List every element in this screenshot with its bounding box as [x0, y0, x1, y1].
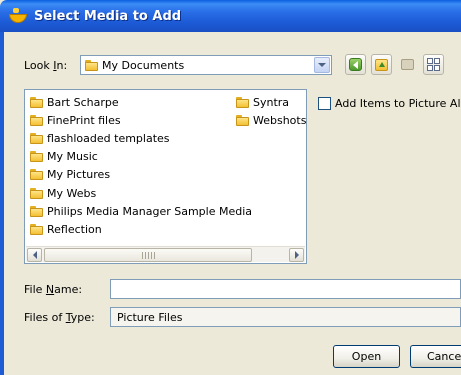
- look-in-value: My Documents: [102, 58, 185, 72]
- look-in-label: Look In:: [24, 59, 68, 72]
- window-frame-left: [0, 32, 4, 375]
- list-item[interactable]: Syntra: [236, 93, 306, 111]
- up-folder-icon: [375, 58, 388, 71]
- folder-icon: [30, 114, 43, 126]
- folder-icon: [30, 151, 43, 163]
- grip-icon: [142, 252, 156, 259]
- files-of-type-value: Picture Files: [117, 310, 183, 324]
- chevron-down-icon: [318, 63, 326, 67]
- add-to-album-checkbox[interactable]: [318, 97, 331, 110]
- view-menu-button[interactable]: [423, 54, 444, 75]
- list-item[interactable]: My Music: [30, 148, 252, 166]
- folder-icon: [30, 96, 43, 108]
- title-bar[interactable]: Select Media to Add: [0, 0, 461, 32]
- look-in-dropdown[interactable]: My Documents: [80, 55, 332, 75]
- file-list-column-2: Syntra Webshots: [236, 93, 306, 129]
- folder-icon: [30, 132, 43, 144]
- folder-icon: [236, 114, 249, 126]
- folder-icon: [30, 169, 43, 181]
- open-button[interactable]: Open: [333, 345, 400, 368]
- list-item[interactable]: My Webs: [30, 184, 252, 202]
- list-item[interactable]: FinePrint files: [30, 111, 252, 129]
- up-one-level-button[interactable]: [371, 54, 392, 75]
- folder-icon: [30, 205, 43, 217]
- folder-icon: [30, 187, 43, 199]
- look-in-dropdown-button[interactable]: [314, 57, 330, 73]
- files-of-type-select[interactable]: Picture Files: [110, 307, 461, 327]
- media-app-icon: [8, 6, 28, 26]
- chevron-left-icon: [32, 251, 37, 259]
- back-button[interactable]: [345, 54, 366, 75]
- list-item[interactable]: Webshots: [236, 111, 306, 129]
- file-name-input[interactable]: [110, 279, 461, 299]
- list-item[interactable]: Philips Media Manager Sample Media: [30, 202, 252, 220]
- list-item[interactable]: Reflection: [30, 220, 252, 238]
- list-item[interactable]: flashloaded templates: [30, 129, 252, 147]
- list-item[interactable]: My Pictures: [30, 166, 252, 184]
- view-grid-icon: [427, 58, 440, 71]
- back-arrow-icon: [349, 58, 362, 71]
- scrollbar-thumb[interactable]: [44, 248, 252, 262]
- scroll-right-button[interactable]: [289, 248, 304, 262]
- folder-icon: [85, 59, 98, 71]
- list-item[interactable]: Bart Scharpe: [30, 93, 252, 111]
- file-name-label: File Name:: [24, 283, 83, 296]
- folder-icon: [236, 96, 249, 108]
- file-list-column-1: Bart Scharpe FinePrint files flashloaded…: [30, 93, 252, 239]
- files-of-type-label: Files of Type:: [24, 311, 95, 324]
- cancel-button[interactable]: Cancel: [410, 345, 461, 368]
- horizontal-scrollbar[interactable]: [26, 246, 305, 262]
- scroll-left-button[interactable]: [27, 248, 42, 262]
- new-folder-button[interactable]: [397, 54, 418, 75]
- chevron-right-icon: [294, 251, 299, 259]
- window-title: Select Media to Add: [34, 8, 182, 24]
- new-folder-icon: [401, 59, 414, 70]
- add-to-album-label: Add Items to Picture Albu: [335, 97, 461, 110]
- file-list[interactable]: Bart Scharpe FinePrint files flashloaded…: [24, 89, 307, 264]
- folder-icon: [30, 223, 43, 235]
